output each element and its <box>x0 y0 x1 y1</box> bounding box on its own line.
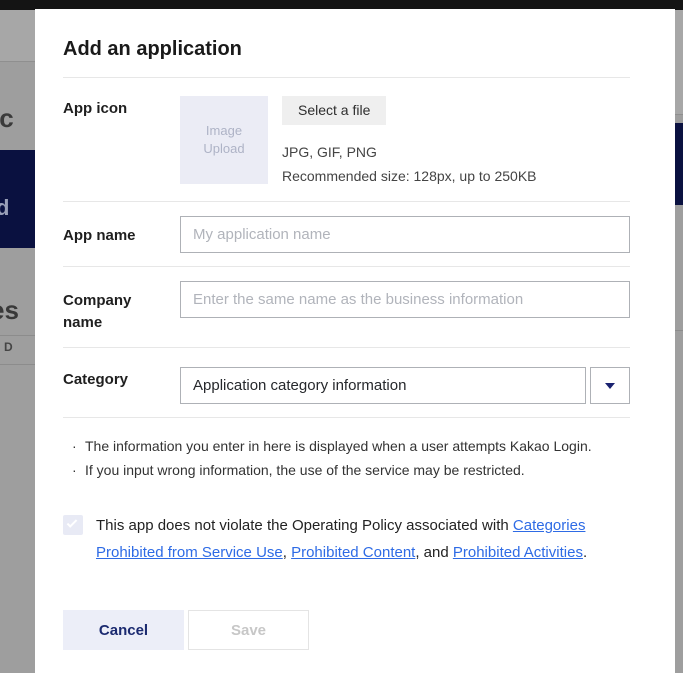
link-prohibited-content[interactable]: Prohibited Content <box>291 544 415 561</box>
image-upload-dropzone[interactable]: Image Upload <box>180 96 268 184</box>
policy-text: This app does not violate the Operating … <box>96 512 630 566</box>
backdrop-right-strip <box>675 10 683 673</box>
backdrop-text-fragment: ic <box>0 103 14 134</box>
modal-title: Add an application <box>63 38 630 61</box>
backdrop-text-fragment: D <box>4 340 13 354</box>
upload-hints: JPG, GIF, PNG Recommended size: 128px, u… <box>282 140 537 188</box>
backdrop-right-divider <box>675 330 683 331</box>
policy-text-before: This app does not violate the Operating … <box>96 517 513 534</box>
company-name-row: Company name <box>63 267 630 347</box>
backdrop-text-fragment: d <box>0 195 9 221</box>
screen: ic d es D Add an application App icon Im… <box>0 0 683 673</box>
app-name-input[interactable] <box>180 216 630 253</box>
backdrop-left-divider <box>0 364 35 365</box>
backdrop-left-header <box>0 10 35 62</box>
chevron-down-icon <box>605 383 615 389</box>
info-notes: · The information you enter in here is d… <box>63 434 630 482</box>
backdrop-text-fragment: es <box>0 295 19 326</box>
app-name-row: App name <box>63 202 630 266</box>
category-select[interactable]: Application category information <box>180 367 586 404</box>
policy-agreement-row: This app does not violate the Operating … <box>63 512 630 566</box>
category-selected-value: Application category information <box>193 377 406 394</box>
backdrop-left-strip: ic d es D <box>0 10 35 673</box>
modal-footer: Cancel Save <box>63 610 630 650</box>
upload-formats-hint: JPG, GIF, PNG <box>282 140 537 164</box>
upload-size-hint: Recommended size: 128px, up to 250KB <box>282 164 537 188</box>
bullet-icon: · <box>72 458 85 482</box>
policy-text-after: . <box>583 544 587 561</box>
note-text: If you input wrong information, the use … <box>85 458 525 482</box>
policy-separator: , <box>283 544 291 561</box>
category-row: Category Application category informatio… <box>63 348 630 417</box>
note-text: The information you enter in here is dis… <box>85 434 592 458</box>
checkmark-icon <box>67 517 78 528</box>
cancel-button[interactable]: Cancel <box>63 610 184 650</box>
add-application-modal: Add an application App icon Image Upload… <box>35 9 675 673</box>
company-name-label: Company name <box>63 281 180 334</box>
divider <box>63 417 630 418</box>
policy-checkbox[interactable] <box>63 515 83 535</box>
backdrop-right-header <box>675 10 683 115</box>
app-name-label: App name <box>63 216 180 253</box>
app-icon-label: App icon <box>63 96 180 188</box>
note-item: · The information you enter in here is d… <box>72 434 630 458</box>
category-label: Category <box>63 367 180 404</box>
category-dropdown-button[interactable] <box>590 367 630 404</box>
note-item: · If you input wrong information, the us… <box>72 458 630 482</box>
app-icon-row: App icon Image Upload Select a file JPG,… <box>63 78 630 201</box>
company-name-input[interactable] <box>180 281 630 318</box>
backdrop-left-divider <box>0 335 35 336</box>
link-prohibited-activities[interactable]: Prohibited Activities <box>453 544 583 561</box>
backdrop-right-navy-block <box>675 123 683 205</box>
bullet-icon: · <box>72 434 85 458</box>
policy-separator: , and <box>415 544 453 561</box>
save-button[interactable]: Save <box>188 610 309 650</box>
select-file-button[interactable]: Select a file <box>282 96 386 125</box>
upload-placeholder-line2: Upload <box>203 140 244 158</box>
upload-placeholder-line1: Image <box>206 122 242 140</box>
